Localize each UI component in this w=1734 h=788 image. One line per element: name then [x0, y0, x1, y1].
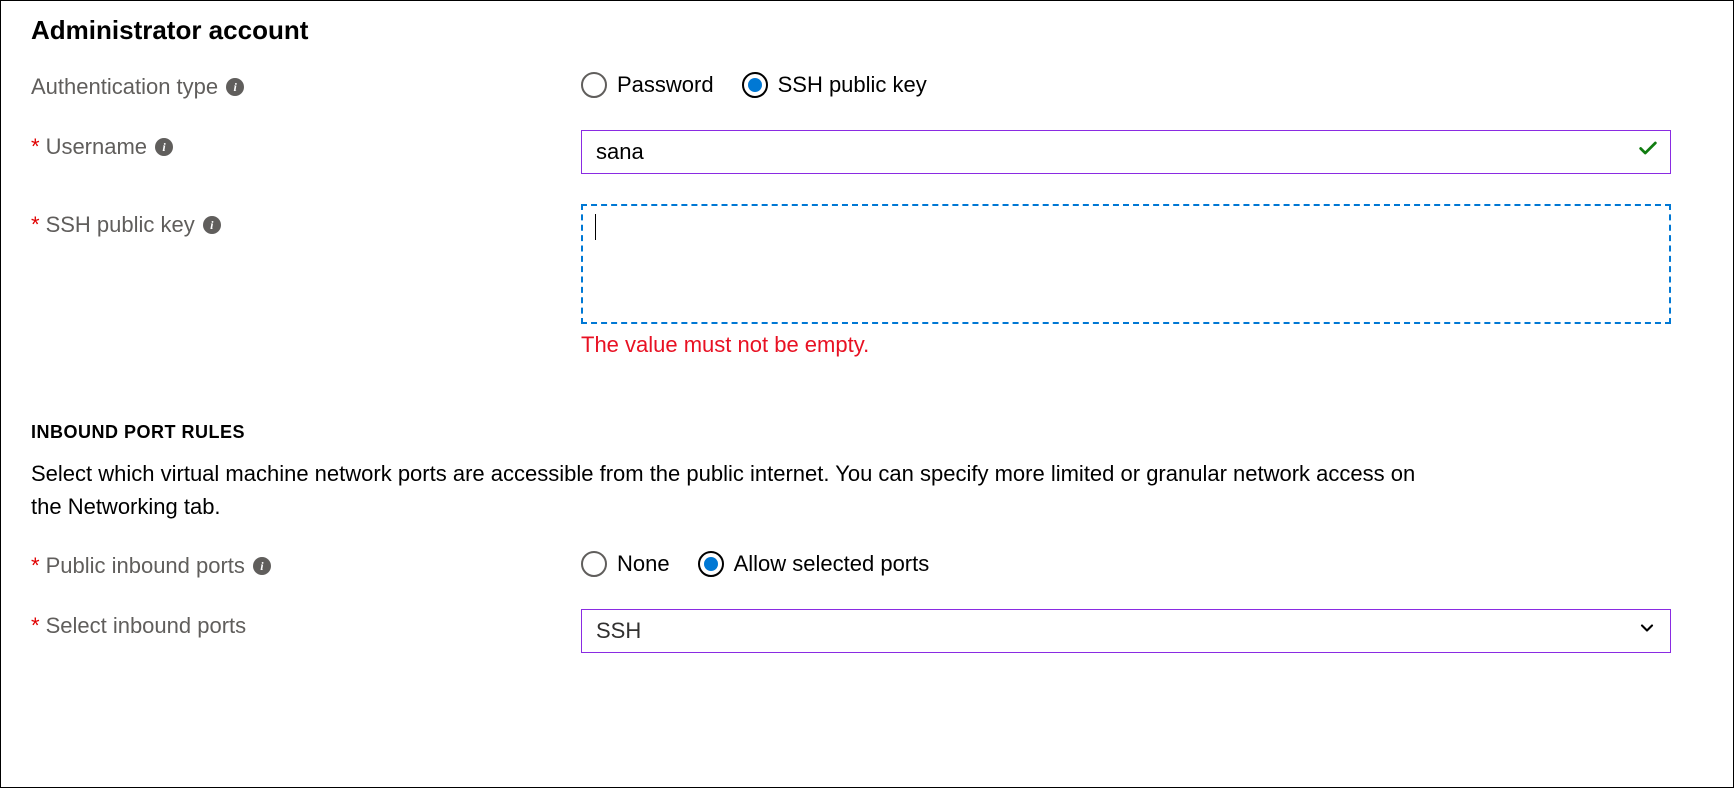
- select-inbound-label: Select inbound ports: [46, 613, 247, 639]
- radio-unchecked-icon: [581, 551, 607, 577]
- auth-type-controls: Password SSH public key: [581, 72, 1671, 98]
- public-inbound-label: Public inbound ports: [46, 553, 245, 579]
- public-inbound-label-col: * Public inbound ports i: [31, 549, 581, 579]
- public-inbound-radio-group: None Allow selected ports: [581, 551, 1671, 577]
- select-inbound-wrapper: SSH: [581, 609, 1671, 653]
- select-inbound-row: * Select inbound ports SSH: [31, 609, 1703, 653]
- auth-type-ssh-radio[interactable]: SSH public key: [742, 72, 927, 98]
- radio-checked-icon: [698, 551, 724, 577]
- select-inbound-dropdown[interactable]: SSH: [581, 609, 1671, 653]
- public-inbound-none-label: None: [617, 551, 670, 577]
- ssh-key-row: * SSH public key i The value must not be…: [31, 204, 1703, 358]
- info-icon[interactable]: i: [253, 557, 271, 575]
- required-star-icon: *: [31, 134, 40, 160]
- auth-type-radio-group: Password SSH public key: [581, 72, 1671, 98]
- username-row: * Username i: [31, 130, 1703, 174]
- required-star-icon: *: [31, 553, 40, 579]
- username-label-col: * Username i: [31, 130, 581, 160]
- public-inbound-controls: None Allow selected ports: [581, 551, 1671, 577]
- public-inbound-allow-label: Allow selected ports: [734, 551, 930, 577]
- required-star-icon: *: [31, 613, 40, 639]
- auth-type-row: Authentication type i Password SSH publi…: [31, 70, 1703, 100]
- inbound-port-rules-description: Select which virtual machine network por…: [31, 457, 1431, 523]
- select-inbound-value: SSH: [596, 618, 641, 644]
- select-inbound-label-col: * Select inbound ports: [31, 609, 581, 639]
- auth-type-label-col: Authentication type i: [31, 70, 581, 100]
- username-input-wrapper: [581, 130, 1671, 174]
- text-cursor-icon: [595, 214, 596, 240]
- ssh-key-label-col: * SSH public key i: [31, 204, 581, 238]
- public-inbound-row: * Public inbound ports i None Allow sele…: [31, 549, 1703, 579]
- required-star-icon: *: [31, 212, 40, 238]
- radio-dot-icon: [704, 557, 718, 571]
- admin-account-title: Administrator account: [31, 15, 1703, 46]
- auth-type-password-radio[interactable]: Password: [581, 72, 714, 98]
- checkmark-icon: [1637, 138, 1659, 167]
- radio-unchecked-icon: [581, 72, 607, 98]
- admin-account-panel: Administrator account Authentication typ…: [0, 0, 1734, 788]
- info-icon[interactable]: i: [155, 138, 173, 156]
- username-input[interactable]: [581, 130, 1671, 174]
- public-inbound-allow-radio[interactable]: Allow selected ports: [698, 551, 930, 577]
- info-icon[interactable]: i: [226, 78, 244, 96]
- username-control: [581, 130, 1671, 174]
- public-inbound-none-radio[interactable]: None: [581, 551, 670, 577]
- ssh-key-label: SSH public key: [46, 212, 195, 238]
- inbound-port-rules-heading: INBOUND PORT RULES: [31, 422, 1703, 443]
- username-label: Username: [46, 134, 147, 160]
- select-inbound-control: SSH: [581, 609, 1671, 653]
- ssh-key-error: The value must not be empty.: [581, 332, 1671, 358]
- auth-type-ssh-label: SSH public key: [778, 72, 927, 98]
- radio-dot-icon: [748, 78, 762, 92]
- auth-type-password-label: Password: [617, 72, 714, 98]
- info-icon[interactable]: i: [203, 216, 221, 234]
- ssh-key-control: The value must not be empty.: [581, 204, 1671, 358]
- radio-checked-icon: [742, 72, 768, 98]
- ssh-key-textarea-wrapper: [581, 204, 1671, 324]
- auth-type-label: Authentication type: [31, 74, 218, 100]
- ssh-key-textarea[interactable]: [581, 204, 1671, 324]
